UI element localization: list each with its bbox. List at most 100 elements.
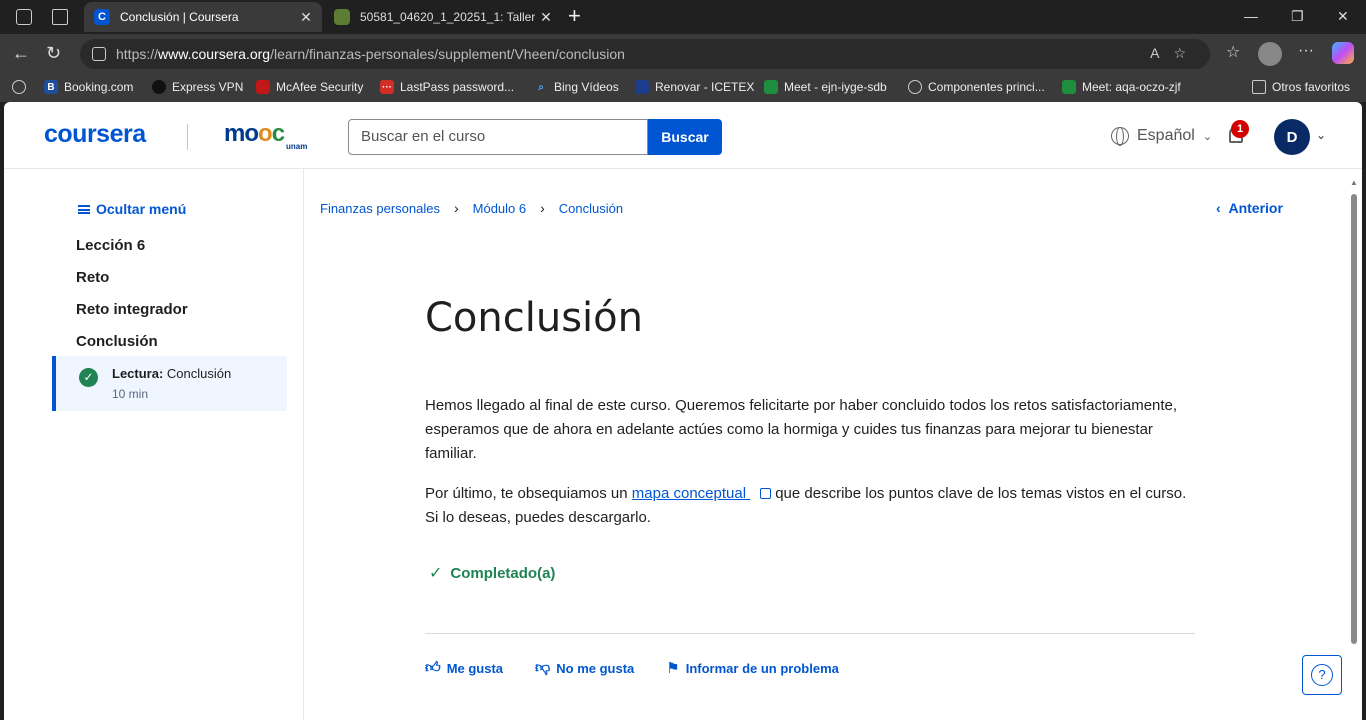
divider [425,633,1195,634]
mapa-conceptual-link[interactable]: mapa conceptual [632,485,750,502]
search-icon: ⌕ [538,81,544,93]
language-label: Español [1137,127,1195,144]
paragraph-mapa: Por último, te obsequiamos un mapa conce… [425,482,1190,530]
course-sidebar: Ocultar menú Lección 6 Reto Reto integra… [4,169,304,720]
mooc-unam-logo[interactable]: mooc [224,120,285,148]
report-problem-button[interactable]: ⚑ Informar de un problema [666,659,839,677]
completed-check-icon: ✓ [79,368,98,387]
minimize-icon[interactable]: — [1244,8,1258,24]
lectura-title: Lectura: Conclusión [112,366,232,381]
bookmark-lastpass[interactable]: ··· LastPass password... [380,80,514,94]
moodle-favicon-icon [334,9,350,25]
tab-title: 50581_04620_1_20251_1: Taller Se [360,10,536,24]
lastpass-icon: ··· [380,80,394,94]
site-info-icon[interactable] [92,47,106,61]
coursera-favicon-icon: C [94,9,110,25]
scroll-up-icon[interactable]: ▲ [1350,178,1358,187]
meet-icon [764,80,778,94]
restore-icon[interactable]: ❐ [1291,8,1304,25]
favorites-icon[interactable]: ☆ [1226,42,1240,62]
browser-tab-taller[interactable]: 50581_04620_1_20251_1: Taller Se ✕ [324,2,562,32]
bookmark-meet-1[interactable]: Meet - ejn-iyge-sdb [764,80,887,94]
workspaces-icon[interactable] [16,9,32,25]
refresh-icon[interactable]: ↻ [46,43,61,63]
close-tab-icon[interactable]: ✕ [536,9,556,26]
search-button[interactable]: Buscar [648,119,722,155]
chatgpt-icon [908,80,922,94]
checkmark-icon: ✓ [429,565,443,582]
like-button[interactable]: 👍︎ Me gusta [425,659,503,677]
menu-icon [78,204,90,214]
language-selector[interactable]: Español ⌄ [1111,127,1212,146]
copilot-icon[interactable] [1332,42,1354,64]
chevron-right-icon: › [453,200,459,216]
site-header: coursera mooc unam Buscar en el curso Bu… [4,102,1362,169]
completed-label: Completado(a) [450,564,556,582]
sidebar-item-conclusion[interactable]: Conclusión [76,333,158,350]
tab-title: Conclusión | Coursera [120,10,239,24]
mooc-unam-subtitle: unam [286,142,308,151]
sidebar-item-reto[interactable]: Reto [76,269,109,286]
more-options-icon[interactable]: ··· [1298,42,1314,60]
bookmark-bing-videos[interactable]: ⌕ Bing Vídeos [534,80,619,94]
tab-actions-icon[interactable] [52,9,68,25]
bookmark-icetex[interactable]: Renovar - ICETEX [635,80,754,94]
bookmark-meet-2[interactable]: Meet: aqa-oczo-zjf [1062,80,1181,94]
bookmark-expressvpn[interactable]: Express VPN [152,80,243,94]
thumbs-up-icon: 👍︎ [425,659,441,676]
back-icon[interactable]: ← [12,43,30,63]
booking-icon: B [44,80,58,94]
search-input[interactable]: Buscar en el curso [348,119,648,155]
sidebar-item-leccion-6[interactable]: Lección 6 [76,237,145,254]
hp-icon [152,80,166,94]
hide-menu-button[interactable]: Ocultar menú [78,201,186,217]
icetex-icon [635,80,649,94]
feedback-actions: 👍︎ Me gusta 👎︎ No me gusta ⚑ Informar de un… [425,659,871,677]
globe-icon[interactable] [12,80,32,94]
browser-tab-coursera[interactable]: C Conclusión | Coursera ✕ [84,2,322,32]
breadcrumb-conclusion[interactable]: Conclusión [559,201,623,216]
thumbs-down-icon: 👎︎ [535,659,551,676]
breadcrumb: Finanzas personales › Módulo 6 › Conclus… [320,200,623,216]
completed-status: ✓ Completado(a) [429,563,555,583]
other-favorites[interactable]: Otros favoritos [1252,80,1350,94]
sidebar-item-reto-integrador[interactable]: Reto integrador [76,301,188,318]
coursera-logo[interactable]: coursera [44,120,146,149]
previous-button[interactable]: ‹ Anterior [1216,200,1283,216]
page-title: Conclusión [425,295,643,341]
previous-label: Anterior [1228,200,1283,216]
folder-icon [1252,80,1266,94]
url-field[interactable]: https://www.coursera.org/learn/finanzas-… [80,39,1210,69]
breadcrumb-modulo-6[interactable]: Módulo 6 [473,201,526,216]
chevron-right-icon: › [540,200,545,216]
breadcrumb-finanzas-personales[interactable]: Finanzas personales [320,201,440,216]
url-text: https://www.coursera.org/learn/finanzas-… [116,46,625,62]
avatar[interactable]: D [1274,119,1310,155]
external-link-icon [760,488,772,499]
meet-icon [1062,80,1076,94]
new-tab-icon[interactable]: + [568,5,581,27]
dislike-button[interactable]: 👎︎ No me gusta [535,659,634,677]
browser-tab-bar: C Conclusión | Coursera ✕ 50581_04620_1_… [0,0,1366,34]
chevron-down-icon[interactable]: ⌄ [1316,128,1326,142]
flag-icon: ⚑ [666,660,680,677]
mcafee-icon [256,80,270,94]
scrollbar-thumb[interactable] [1351,194,1357,644]
page-content: coursera mooc unam Buscar en el curso Bu… [4,102,1362,720]
lectura-duration: 10 min [112,387,149,401]
page-scrollbar[interactable]: ▲ [1350,174,1358,720]
question-icon: ? [1311,664,1333,686]
close-tab-icon[interactable]: ✕ [296,9,316,26]
sidebar-item-lectura-conclusion[interactable]: ✓ Lectura: Conclusión 10 min [52,356,287,411]
bookmark-booking[interactable]: B Booking.com [44,80,133,94]
profile-icon[interactable] [1258,42,1282,66]
help-button[interactable]: ? [1302,655,1342,695]
hide-menu-label: Ocultar menú [96,201,187,217]
read-aloud-and-favorite-icons[interactable]: A☆ [1150,45,1200,62]
paragraph-text: Por último, te obsequiamos un [425,485,632,502]
bookmark-mcafee[interactable]: McAfee Security [256,80,363,94]
bookmark-componentes[interactable]: Componentes princi... [908,80,1045,94]
paragraph-intro: Hemos llegado al final de este curso. Qu… [425,397,1178,462]
address-bar: ← ↻ https://www.coursera.org/learn/finan… [0,34,1366,74]
close-window-icon[interactable]: ✕ [1337,8,1349,25]
